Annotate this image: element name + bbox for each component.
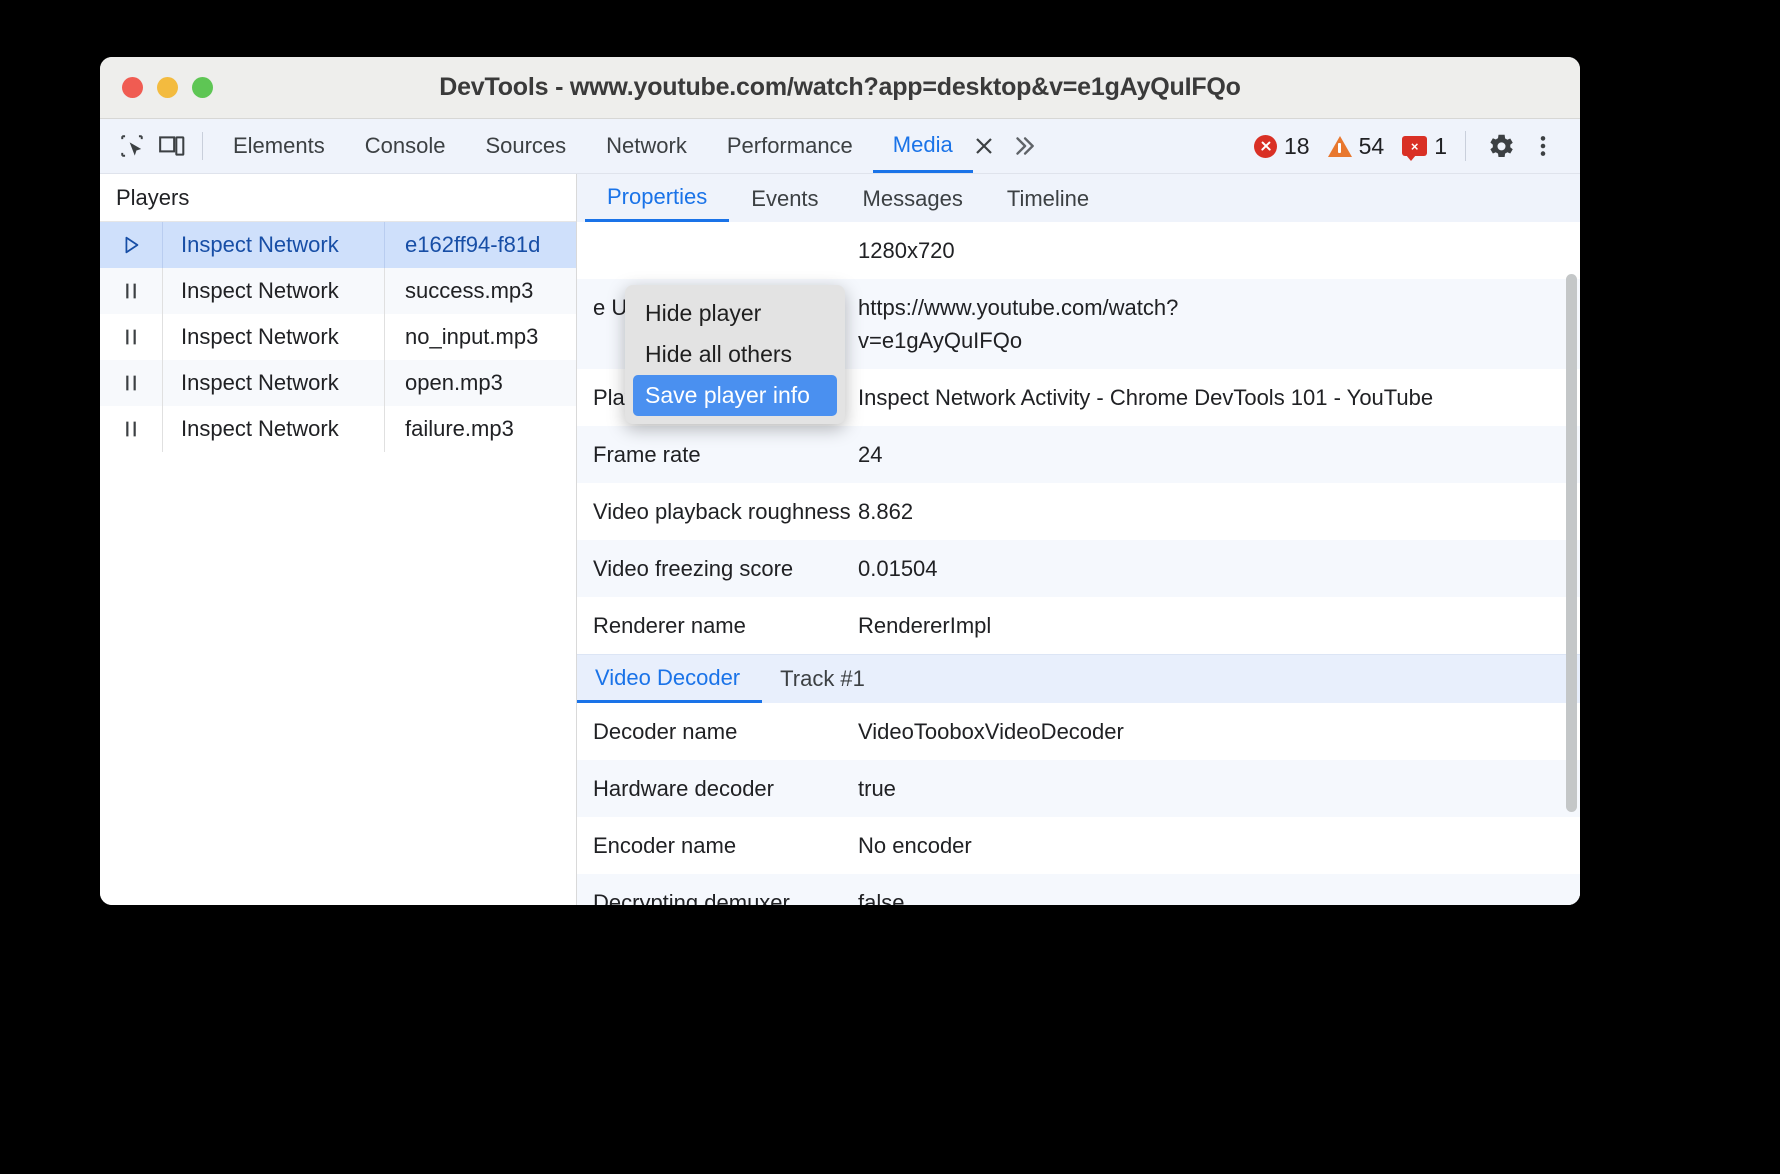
property-key: Hardware decoder — [593, 776, 774, 801]
player-id: no_input.mp3 — [384, 314, 576, 360]
property-value: No encoder — [858, 833, 972, 858]
pause-icon — [100, 280, 162, 302]
property-row: Decoder name VideoTooboxVideoDecoder — [577, 703, 1580, 760]
property-value: false — [858, 890, 905, 905]
property-row: Video freezing score 0.01504 — [577, 540, 1580, 597]
minimize-window-button[interactable] — [157, 77, 178, 98]
property-row: Encoder name No encoder — [577, 817, 1580, 874]
pause-icon — [100, 326, 162, 348]
player-name: Inspect Network — [162, 406, 384, 452]
message-counter[interactable]: × 1 — [1396, 132, 1453, 161]
traffic-light-buttons — [122, 77, 213, 98]
video-decoder-tabbar: Video Decoder Track #1 — [577, 654, 1580, 703]
tab-properties[interactable]: Properties — [585, 175, 730, 222]
panel-tab-list: Elements Console Sources Network Perform… — [213, 119, 1043, 173]
tab-video-track-1[interactable]: Track #1 — [762, 655, 887, 703]
details-tab-list: Properties Events Messages Timeline — [577, 174, 1580, 222]
more-options-icon[interactable] — [1522, 125, 1564, 167]
error-icon — [1254, 134, 1278, 158]
property-value: RendererImpl — [858, 613, 992, 638]
violation-icon: × — [1402, 136, 1428, 161]
more-tabs-icon[interactable] — [1005, 127, 1043, 165]
close-window-button[interactable] — [122, 77, 143, 98]
tab-media[interactable]: Media — [872, 119, 973, 173]
player-row[interactable]: Inspect Network failure.mp3 — [100, 406, 576, 452]
inspect-element-icon[interactable] — [112, 126, 152, 166]
player-name: Inspect Network — [162, 222, 384, 268]
tab-video-decoder[interactable]: Video Decoder — [577, 655, 763, 703]
play-icon — [100, 234, 162, 256]
property-value: 1280x720 — [858, 238, 955, 263]
player-id: e162ff94-f81d — [384, 222, 576, 268]
context-menu-item-save-player-info[interactable]: Save player info — [633, 375, 837, 416]
property-key: Video freezing score — [593, 556, 794, 581]
player-name: Inspect Network — [162, 268, 384, 314]
devtools-window: DevTools - www.youtube.com/watch?app=des… — [100, 57, 1580, 905]
player-row[interactable]: Inspect Network no_input.mp3 — [100, 314, 576, 360]
property-row: Frame rate 24 — [577, 426, 1580, 483]
tab-console[interactable]: Console — [345, 119, 466, 173]
pause-icon — [100, 372, 162, 394]
property-value: Inspect Network Activity - Chrome DevToo… — [858, 385, 1434, 410]
property-key: Encoder name — [593, 833, 737, 858]
pause-icon — [100, 418, 162, 440]
tab-timeline[interactable]: Timeline — [985, 175, 1111, 222]
player-id: failure.mp3 — [384, 406, 576, 452]
warning-counter[interactable]: 54 — [1322, 133, 1391, 160]
player-id: success.mp3 — [384, 268, 576, 314]
property-row: 1280x720 — [577, 222, 1580, 279]
tab-performance[interactable]: Performance — [707, 119, 873, 173]
message-count: 1 — [1434, 132, 1447, 159]
player-context-menu: Hide player Hide all others Save player … — [625, 285, 845, 424]
property-key: Renderer name — [593, 613, 746, 638]
player-id: open.mp3 — [384, 360, 576, 406]
toolbar-divider — [202, 132, 203, 160]
property-row: Decrypting demuxer false — [577, 874, 1580, 905]
close-icon[interactable] — [967, 129, 1001, 163]
players-header: Players — [100, 174, 576, 222]
property-key: Decoder name — [593, 719, 738, 744]
details-pane: Properties Events Messages Timeline 1280… — [577, 174, 1580, 905]
tab-elements[interactable]: Elements — [213, 119, 345, 173]
warning-count: 54 — [1358, 132, 1385, 159]
issue-counters: 18 54 × 1 — [1248, 132, 1453, 161]
property-key: Frame rate — [593, 442, 701, 467]
tab-events[interactable]: Events — [729, 175, 840, 222]
devtools-toolbar: Elements Console Sources Network Perform… — [100, 119, 1580, 174]
property-value: true — [858, 776, 896, 801]
tab-sources[interactable]: Sources — [465, 119, 586, 173]
property-value: 24 — [858, 442, 883, 467]
player-row[interactable]: Inspect Network success.mp3 — [100, 268, 576, 314]
property-row: Video playback roughness 8.862 — [577, 483, 1580, 540]
window-title: DevTools - www.youtube.com/watch?app=des… — [439, 73, 1241, 101]
property-key: Video playback roughness — [593, 499, 851, 524]
toolbar-divider-right — [1465, 131, 1466, 161]
property-key: Decrypting demuxer — [593, 890, 790, 905]
error-counter[interactable]: 18 — [1248, 133, 1316, 160]
property-row: Hardware decoder true — [577, 760, 1580, 817]
players-pane: Players Inspect Network e162ff94-f81d In… — [100, 174, 577, 905]
vertical-scrollbar[interactable] — [1566, 274, 1577, 812]
property-row: Renderer name RendererImpl — [577, 597, 1580, 654]
player-row[interactable]: Inspect Network open.mp3 — [100, 360, 576, 406]
gear-icon[interactable] — [1480, 125, 1522, 167]
property-value: 0.01504 — [858, 556, 938, 581]
tab-messages[interactable]: Messages — [841, 175, 985, 222]
player-name: Inspect Network — [162, 314, 384, 360]
tab-network[interactable]: Network — [586, 119, 707, 173]
property-value: VideoTooboxVideoDecoder — [858, 719, 1124, 744]
context-menu-item-hide-all-others[interactable]: Hide all others — [625, 334, 845, 375]
device-toolbar-icon[interactable] — [152, 126, 192, 166]
media-panel-body: Players Inspect Network e162ff94-f81d In… — [100, 174, 1580, 905]
property-value: https://www.youtube.com/watch? v=e1gAyQu… — [858, 295, 1179, 353]
warning-icon — [1327, 135, 1352, 157]
title-bar: DevTools - www.youtube.com/watch?app=des… — [100, 57, 1580, 119]
maximize-window-button[interactable] — [192, 77, 213, 98]
error-count: 18 — [1284, 132, 1310, 159]
player-name: Inspect Network — [162, 360, 384, 406]
player-row[interactable]: Inspect Network e162ff94-f81d — [100, 222, 576, 268]
property-value: 8.862 — [858, 499, 914, 524]
context-menu-item-hide-player[interactable]: Hide player — [625, 293, 845, 334]
